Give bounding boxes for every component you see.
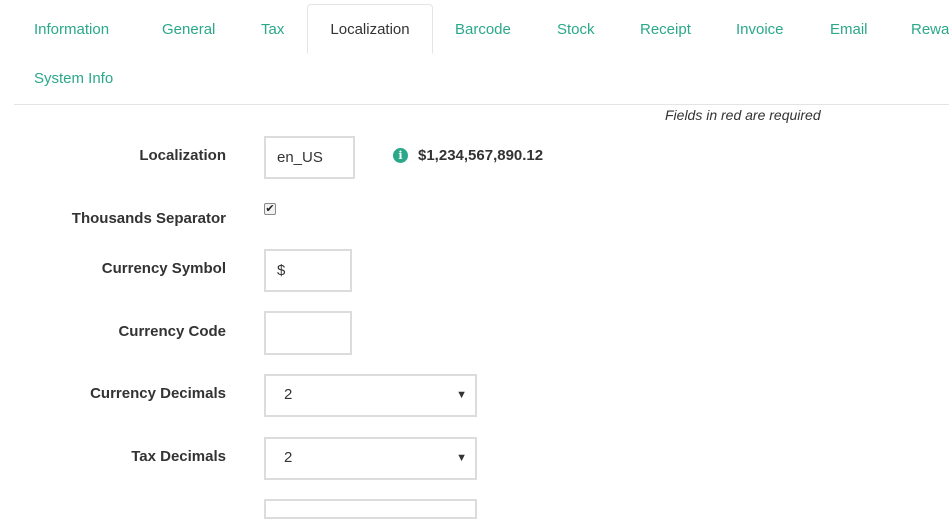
currency-symbol-label: Currency Symbol <box>101 260 226 277</box>
currency-decimals-label: Currency Decimals <box>90 385 226 402</box>
required-fields-note: Fields in red are required <box>665 107 821 123</box>
settings-tabs: Information General Tax Localization Bar… <box>14 0 949 105</box>
tab-invoice[interactable]: Invoice <box>736 20 784 40</box>
localization-input[interactable] <box>264 136 355 179</box>
next-field-select[interactable] <box>264 499 477 519</box>
tab-localization[interactable]: Localization <box>307 4 433 54</box>
currency-decimals-value: 2 <box>284 386 293 403</box>
currency-code-input[interactable] <box>264 311 352 355</box>
thousands-separator-label: Thousands Separator <box>71 210 226 227</box>
tax-decimals-value: 2 <box>284 449 293 466</box>
chevron-down-icon: ▼ <box>456 452 467 464</box>
thousands-separator-checkbox[interactable]: ✔ <box>264 203 276 215</box>
tab-system-info[interactable]: System Info <box>34 69 113 89</box>
tab-receipt[interactable]: Receipt <box>640 20 691 40</box>
tab-rewards[interactable]: Rewa <box>911 20 949 40</box>
tab-barcode[interactable]: Barcode <box>455 20 511 40</box>
tab-information[interactable]: Information <box>34 20 109 40</box>
tab-general[interactable]: General <box>162 20 215 40</box>
tax-decimals-select[interactable]: 2 ▼ <box>264 437 477 480</box>
chevron-down-icon: ▼ <box>456 389 467 401</box>
currency-symbol-input[interactable] <box>264 249 352 292</box>
info-circle-icon: i <box>393 148 408 163</box>
tab-stock[interactable]: Stock <box>557 20 595 40</box>
tax-decimals-label: Tax Decimals <box>131 448 226 465</box>
currency-code-label: Currency Code <box>118 323 226 340</box>
localization-label: Localization <box>139 147 226 164</box>
currency-preview: $1,234,567,890.12 <box>418 147 544 164</box>
tab-email[interactable]: Email <box>830 20 868 40</box>
tab-tax[interactable]: Tax <box>261 20 284 40</box>
currency-decimals-select[interactable]: 2 ▼ <box>264 374 477 417</box>
